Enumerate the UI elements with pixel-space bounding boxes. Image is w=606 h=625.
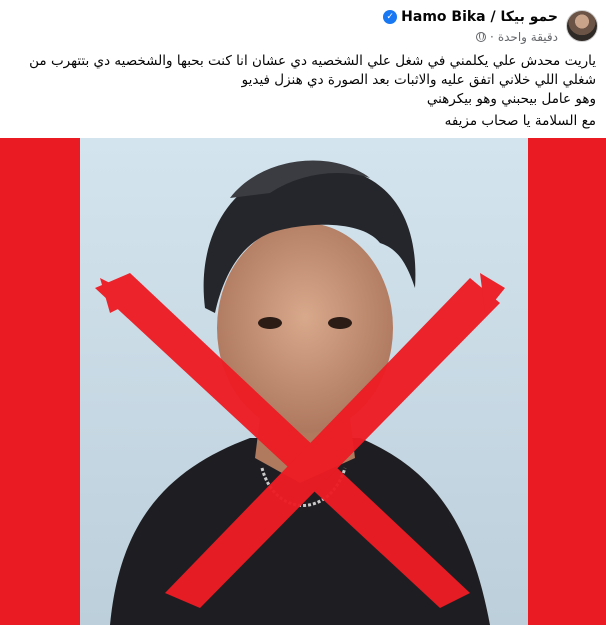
post-image[interactable] bbox=[0, 138, 606, 625]
post-text-line-1: ياريت محدش علي يكلمني في شغل علي الشخصيه… bbox=[29, 53, 596, 69]
person-eye-left bbox=[258, 317, 282, 329]
post-meta: دقيقة واحدة · bbox=[476, 30, 558, 44]
post-header: حمو بيكا / Hamo Bika ✓ دقيقة واحدة · bbox=[0, 0, 606, 50]
post-text: ياريت محدش علي يكلمني في شغل علي الشخصيه… bbox=[8, 52, 596, 131]
verified-badge-icon: ✓ bbox=[383, 10, 398, 24]
post-text-line-2: شغلي اللي خلاني اتفق عليه والاثبات بعد ا… bbox=[241, 72, 596, 88]
post-timestamp[interactable]: دقيقة واحدة bbox=[498, 30, 558, 44]
author-name-line: حمو بيكا / Hamo Bika ✓ bbox=[383, 9, 558, 25]
person-eye-right bbox=[328, 317, 352, 329]
globe-icon[interactable] bbox=[476, 32, 487, 42]
post-text-line-3: وهو عامل بيحبني وهو بيكرهني bbox=[426, 91, 596, 107]
post-image-drawing bbox=[80, 138, 528, 625]
author-name[interactable]: حمو بيكا / Hamo Bika bbox=[401, 9, 558, 25]
author-avatar[interactable] bbox=[566, 10, 598, 42]
post-text-line-4: مع السلامة يا صحاب مزيفه bbox=[444, 113, 596, 129]
facebook-post: حمو بيكا / Hamo Bika ✓ دقيقة واحدة · يار… bbox=[0, 0, 606, 625]
